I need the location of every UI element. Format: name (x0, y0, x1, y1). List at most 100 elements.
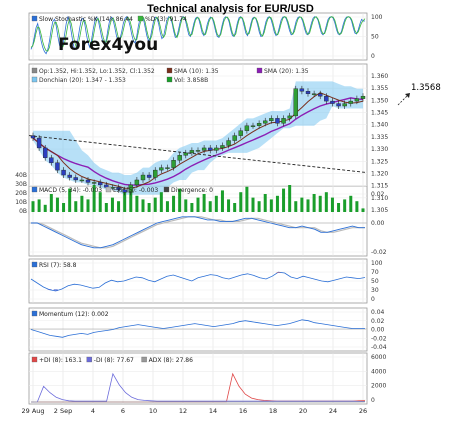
y-tick-label: 0.02 (371, 318, 385, 325)
y-tick-label: 1.330 (371, 146, 388, 153)
volume-bar (105, 203, 108, 212)
volume-bar (197, 198, 200, 212)
candle-body (324, 96, 328, 101)
y-tick-label: 1.335 (371, 134, 388, 141)
candle-body (208, 148, 212, 150)
volume-bar (38, 199, 41, 212)
y-tick-label: 6000 (371, 354, 386, 361)
y-tick-label: 100 (371, 260, 383, 267)
volume-bar (50, 194, 53, 212)
candle-body (300, 89, 304, 91)
y-tick-label: 2000 (371, 383, 386, 390)
volume-bar (337, 203, 340, 212)
rsi-overbought (276, 272, 280, 273)
legend-swatch (32, 68, 37, 73)
volume-bar (148, 203, 151, 212)
candle-body (269, 118, 273, 120)
x-tick-label: 26 (359, 407, 367, 415)
candle-body (245, 126, 249, 131)
volume-tick-label: 10B (15, 199, 27, 206)
candle-body (343, 104, 347, 106)
chart-title: Technical analysis for EUR/USD (0, 3, 461, 15)
candle-body (55, 163, 59, 170)
volume-bar (282, 189, 285, 212)
legend-price-item: Op:1.352, Hi:1.352, Lo:1.352, Cl:1.352 (39, 68, 155, 75)
candle-body (62, 170, 66, 175)
volume-tick-label: 40B (15, 172, 27, 179)
volume-bar (362, 208, 365, 212)
y-tick-label: 0.02 (371, 191, 385, 198)
forex4you-logo: Forex4you (58, 35, 158, 55)
candle-body (190, 150, 194, 152)
candle-body (227, 141, 231, 146)
volume-bar (117, 201, 120, 212)
volume-bar (56, 198, 59, 212)
x-tick-label: 6 (121, 407, 125, 415)
volume-bar (203, 194, 206, 212)
candle-body (288, 116, 292, 118)
volume-bar (80, 196, 83, 212)
volume-bar (270, 199, 273, 212)
candle-body (92, 182, 96, 183)
x-tick-label: 20 (299, 407, 307, 415)
y-tick-label: 50 (371, 278, 379, 285)
volume-bar (239, 192, 242, 212)
volume-bar (209, 201, 212, 212)
candle-body (233, 136, 237, 141)
y-tick-label: 0.00 (371, 220, 385, 227)
volume-bar (227, 199, 230, 212)
legend-rsi: RSI (7): 58.8 (39, 262, 77, 269)
volume-bar (190, 203, 193, 212)
candle-body (196, 150, 200, 151)
candle-body (239, 131, 243, 136)
legend-swatch (167, 77, 172, 82)
candle-body (306, 91, 310, 93)
volume-bar (135, 196, 138, 212)
candle-body (135, 180, 139, 185)
candle-body (37, 138, 41, 148)
candle-body (214, 148, 218, 150)
legend-plus-di: +DI (8): 163.1 (39, 357, 82, 364)
volume-bar (319, 196, 322, 212)
technical-analysis-chart: 29 Aug2 Sep4610121416182024261005001.360… (0, 0, 461, 418)
candle-body (220, 145, 224, 147)
candle-body (80, 180, 84, 181)
candle-body (263, 121, 267, 123)
legend-swatch (32, 262, 37, 267)
volume-bar (307, 199, 310, 212)
volume-bar (343, 199, 346, 212)
candle-body (165, 168, 169, 169)
volume-bar (87, 199, 90, 212)
volume-bar (111, 198, 114, 212)
x-tick-label: 18 (269, 407, 277, 415)
legend-adx: ADX (8): 27.86 (149, 357, 194, 364)
y-tick-label: 70 (371, 269, 379, 276)
y-tick-label: 100 (371, 14, 383, 21)
y-tick-label: 1.340 (371, 122, 388, 129)
candle-body (68, 175, 72, 177)
y-tick-label: 1.325 (371, 158, 388, 165)
candle-body (361, 96, 365, 98)
volume-bar (355, 201, 358, 212)
legend-swatch (142, 357, 147, 362)
volume-bar (166, 201, 169, 212)
candle-body (294, 89, 298, 116)
x-tick-label: 14 (209, 407, 217, 415)
legend-divergence: Divergence: 0 (171, 187, 213, 194)
legend-swatch (138, 16, 143, 21)
legend-swatch (32, 77, 37, 82)
volume-bar (172, 196, 175, 212)
y-tick-label: -0.02 (371, 335, 387, 342)
legend-swatch (32, 16, 37, 21)
legend-swatch (106, 187, 111, 192)
x-tick-label: 24 (329, 407, 337, 415)
legend-stoch-k: Slow Stochastic %K (14): 86.44 (39, 16, 133, 23)
legend-swatch (32, 357, 37, 362)
x-tick-label: 4 (91, 407, 95, 415)
candle-body (74, 178, 78, 180)
candle-body (141, 175, 145, 180)
volume-bar (300, 198, 303, 212)
candle-body (172, 160, 176, 167)
legend-price-item: SMA (10): 1.35 (174, 68, 219, 75)
volume-bar (44, 205, 47, 212)
